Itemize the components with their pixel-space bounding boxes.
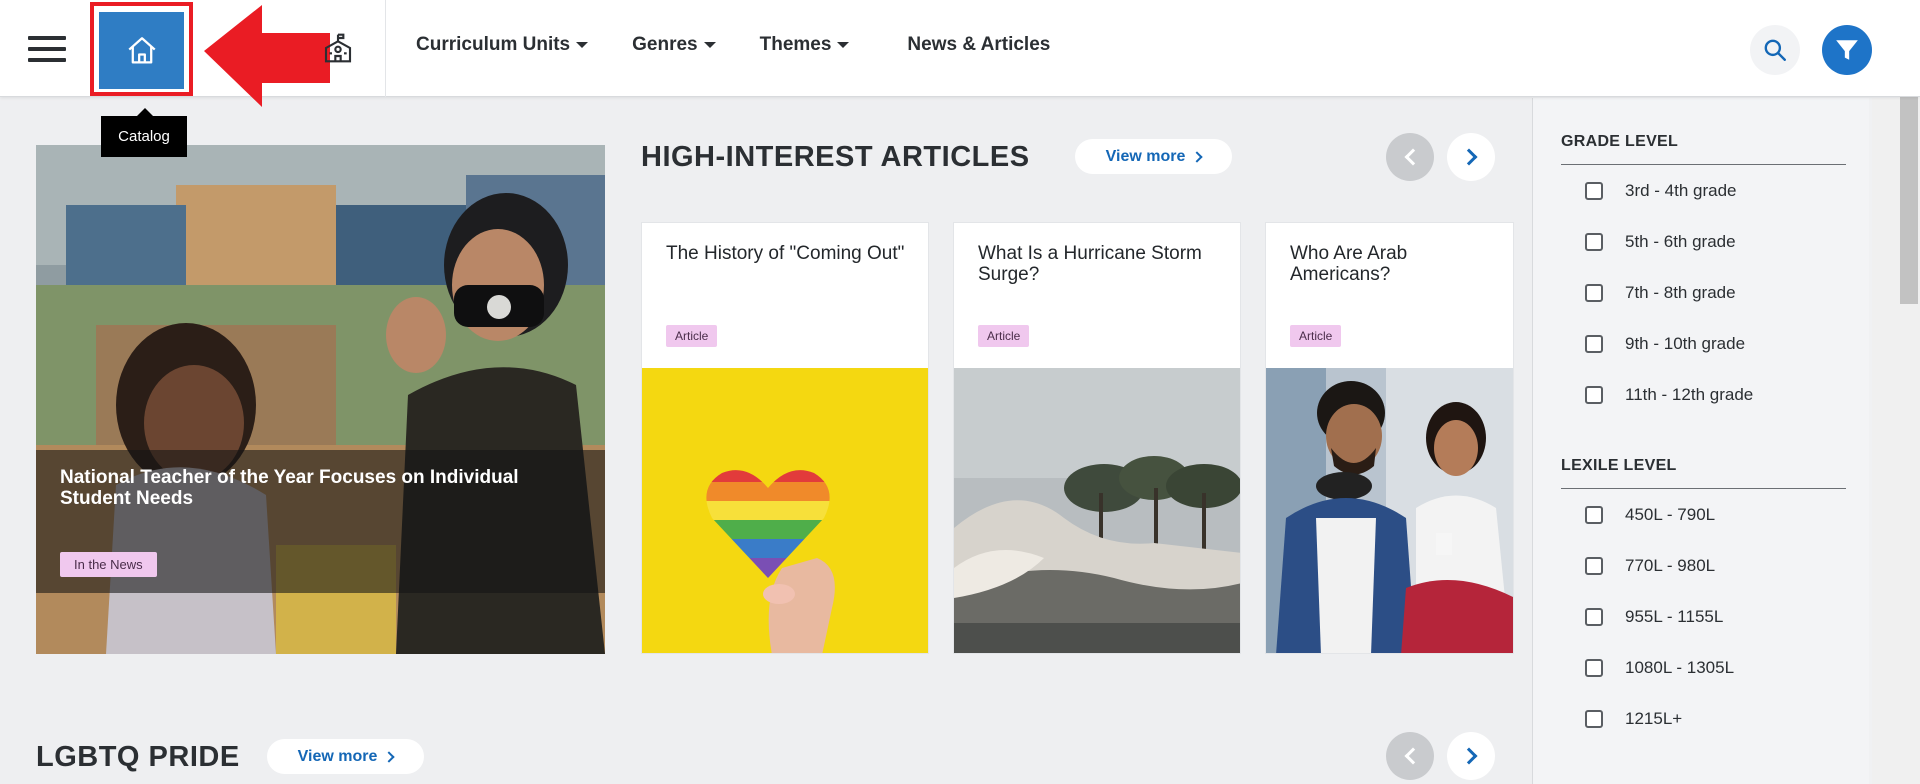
grade-option[interactable]: 11th - 12th grade (1585, 385, 1753, 405)
grade-option[interactable]: 5th - 6th grade (1585, 232, 1736, 252)
option-label: 770L - 980L (1625, 556, 1716, 575)
lexile-option[interactable]: 1215L+ (1585, 709, 1682, 729)
checkbox[interactable] (1585, 608, 1603, 626)
lgbtq-view-more-button[interactable]: View more (267, 739, 424, 774)
lexile-option[interactable]: 955L - 1155L (1585, 607, 1723, 627)
school-icon[interactable] (322, 32, 354, 64)
checkbox[interactable] (1585, 182, 1603, 200)
article-card[interactable]: Who Are Arab Americans? Article (1265, 222, 1514, 654)
caret-down-icon (837, 42, 850, 48)
chevron-right-icon (383, 750, 396, 763)
nav-item-label: Themes (759, 34, 832, 55)
article-tag: Article (978, 325, 1030, 347)
hamburger-menu-icon[interactable] (28, 36, 66, 62)
grade-option[interactable]: 9th - 10th grade (1585, 334, 1745, 354)
view-more-label: View more (297, 747, 378, 765)
section-title-lgbtq-pride: LGBTQ PRIDE (36, 741, 240, 773)
article-card[interactable]: What Is a Hurricane Storm Surge? Article (953, 222, 1241, 654)
tooltip-text: Catalog (118, 128, 170, 145)
nav-genres[interactable]: Genres (632, 34, 716, 56)
filter-panel: GRADE LEVEL 3rd - 4th grade 5th - 6th gr… (1533, 98, 1869, 784)
nav-news-articles[interactable]: News & Articles (907, 34, 1050, 56)
checkbox[interactable] (1585, 506, 1603, 524)
lexile-option[interactable]: 1080L - 1305L (1585, 658, 1734, 678)
article-card-title: Who Are Arab Americans? (1290, 243, 1408, 285)
featured-title[interactable]: National Teacher of the Year Focuses on … (60, 467, 580, 509)
facet-heading-grade-level: GRADE LEVEL (1561, 133, 1679, 150)
checkbox[interactable] (1585, 710, 1603, 728)
chevron-right-icon (1460, 747, 1477, 765)
search-icon (1764, 39, 1786, 61)
nav-item-label: Curriculum Units (416, 34, 571, 55)
catalog-tooltip: Catalog (101, 108, 187, 157)
high-interest-prev-button[interactable] (1386, 133, 1434, 181)
article-tag: Article (1290, 325, 1342, 347)
article-image-arab-americans (1266, 368, 1513, 653)
grade-option[interactable]: 3rd - 4th grade (1585, 181, 1737, 201)
facet-divider (1561, 164, 1846, 165)
checkbox[interactable] (1585, 659, 1603, 677)
search-button[interactable] (1750, 25, 1800, 75)
home-icon (127, 36, 156, 63)
home-button[interactable] (90, 2, 193, 96)
checkbox[interactable] (1585, 557, 1603, 575)
article-card[interactable]: The History of "Coming Out" Article (641, 222, 929, 654)
lgbtq-prev-button[interactable] (1386, 732, 1434, 780)
caret-down-icon (576, 42, 589, 48)
section-title-high-interest: HIGH-INTEREST ARTICLES (641, 141, 1030, 173)
option-label: 450L - 790L (1625, 505, 1716, 524)
option-label: 11th - 12th grade (1625, 385, 1754, 404)
chevron-left-icon (1404, 148, 1421, 166)
view-more-label: View more (1105, 147, 1186, 165)
featured-tag: In the News (60, 552, 157, 577)
option-label: 955L - 1155L (1625, 607, 1724, 626)
page-scrollbar[interactable] (1898, 0, 1920, 784)
red-pointer-arrow (204, 5, 330, 107)
chevron-right-icon (1460, 148, 1477, 166)
lgbtq-next-button[interactable] (1447, 732, 1495, 780)
filter-sidebar: GRADE LEVEL 3rd - 4th grade 5th - 6th gr… (1532, 98, 1920, 784)
article-card-title: What Is a Hurricane Storm Surge? (978, 243, 1202, 285)
grade-option[interactable]: 7th - 8th grade (1585, 283, 1736, 303)
caret-down-icon (703, 42, 716, 48)
checkbox[interactable] (1585, 335, 1603, 353)
nav-curriculum-units[interactable]: Curriculum Units (416, 34, 589, 56)
top-navigation-bar: Curriculum Units Genres Themes News & Ar… (0, 0, 1920, 107)
high-interest-next-button[interactable] (1447, 133, 1495, 181)
option-label: 7th - 8th grade (1625, 283, 1736, 302)
high-interest-view-more-button[interactable]: View more (1075, 139, 1232, 174)
article-image-storm-surge (954, 368, 1240, 653)
facet-heading-lexile-level: LEXILE LEVEL (1561, 457, 1677, 474)
checkbox[interactable] (1585, 386, 1603, 404)
option-label: 3rd - 4th grade (1625, 181, 1737, 200)
nav-item-label: Genres (632, 34, 698, 55)
lexile-option[interactable]: 770L - 980L (1585, 556, 1715, 576)
nav-themes[interactable]: Themes (760, 34, 850, 56)
chevron-right-icon (1191, 150, 1204, 163)
option-label: 5th - 6th grade (1625, 232, 1736, 251)
facet-divider (1561, 488, 1846, 489)
nav-item-label: News & Articles (907, 34, 1051, 55)
main-nav: Curriculum Units Genres Themes News & Ar… (416, 34, 1050, 56)
chevron-left-icon (1404, 747, 1421, 765)
home-button-fill[interactable] (99, 12, 184, 89)
nav-divider (385, 0, 386, 97)
featured-story[interactable]: National Teacher of the Year Focuses on … (36, 145, 605, 654)
filter-button[interactable] (1822, 25, 1872, 75)
option-label: 1215L+ (1625, 709, 1683, 728)
lexile-option[interactable]: 450L - 790L (1585, 505, 1715, 525)
filter-icon (1836, 40, 1858, 60)
checkbox[interactable] (1585, 233, 1603, 251)
article-tag: Article (666, 325, 718, 347)
option-label: 9th - 10th grade (1625, 334, 1746, 353)
article-image-rainbow-heart (642, 368, 928, 653)
article-card-title: The History of "Coming Out" (666, 243, 905, 264)
checkbox[interactable] (1585, 284, 1603, 302)
option-label: 1080L - 1305L (1625, 658, 1735, 677)
